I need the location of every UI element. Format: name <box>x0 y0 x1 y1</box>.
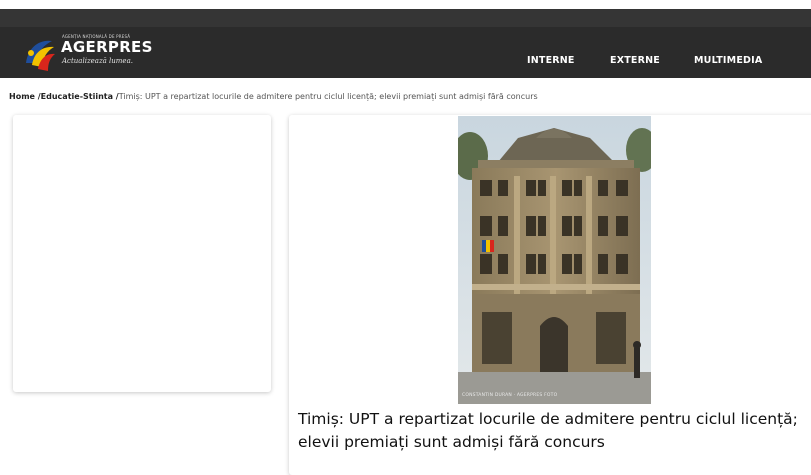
agerpres-logo[interactable]: AGENȚIA NAȚIONALĂ DE PRESĂ AGERPRES Actu… <box>22 33 182 77</box>
logo-name: AGERPRES <box>61 38 153 56</box>
nav-item-multimedia[interactable]: MULTIMEDIA <box>694 55 762 66</box>
breadcrumb-current: Timiș: UPT a repartizat locurile de admi… <box>118 92 538 101</box>
breadcrumb-home[interactable]: Home / <box>9 92 41 101</box>
article-photo[interactable] <box>458 116 651 404</box>
header-band <box>0 9 811 27</box>
breadcrumb: Home /Educatie-Stiinta /Timiș: UPT a rep… <box>9 92 538 101</box>
photo-credit: CONSTANTIN DURAN · AGERPRES FOTO <box>462 393 558 398</box>
top-strip <box>0 0 811 9</box>
logo-mark-icon <box>26 40 55 71</box>
building-photo-image <box>458 116 651 404</box>
nav-item-externe[interactable]: EXTERNE <box>610 55 660 66</box>
site-header: AGENȚIA NAȚIONALĂ DE PRESĂ AGERPRES Actu… <box>0 9 811 78</box>
breadcrumb-section[interactable]: Educatie-Stiinta / <box>41 92 119 101</box>
logo-tagline: Actualizează lumea. <box>62 57 133 65</box>
article-title: Timiș: UPT a repartizat locurile de admi… <box>298 410 798 451</box>
sidebar-card <box>13 115 271 392</box>
nav-item-interne[interactable]: INTERNE <box>527 55 575 66</box>
